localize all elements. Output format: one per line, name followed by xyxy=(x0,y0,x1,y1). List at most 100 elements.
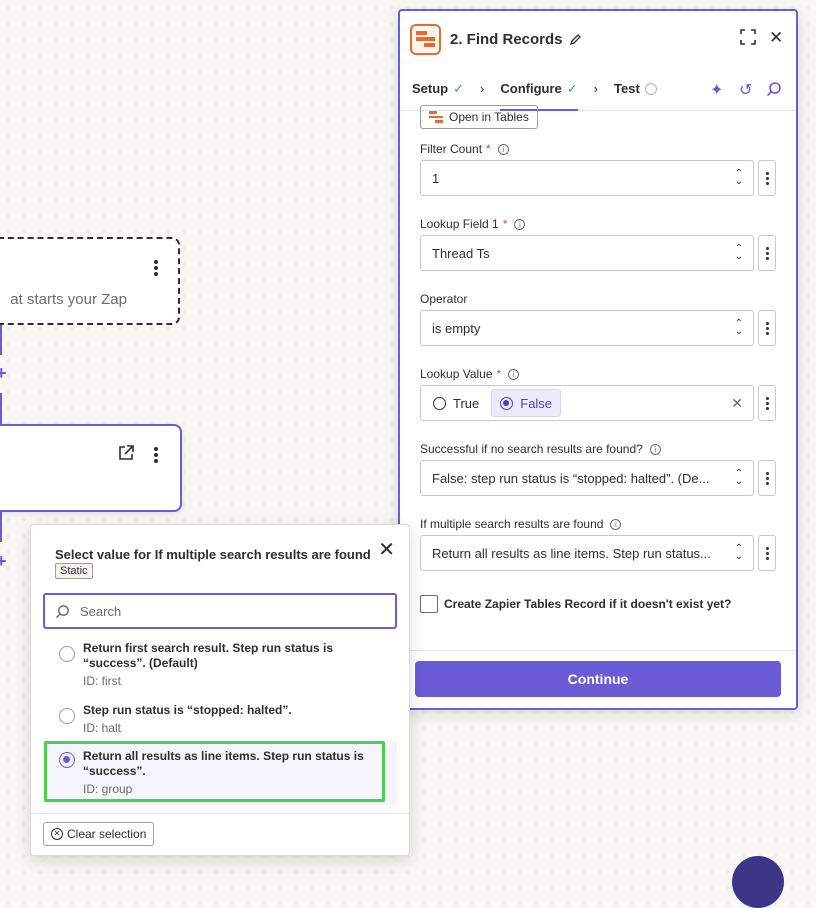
field-options-button[interactable] xyxy=(758,385,776,421)
panel-title: 2. Find Records xyxy=(450,30,563,48)
action-step-card[interactable] xyxy=(0,424,182,512)
panel-footer: Continue xyxy=(400,650,796,708)
radio-circle-icon xyxy=(433,396,446,410)
field-options-button[interactable] xyxy=(758,535,776,571)
field-options-button[interactable] xyxy=(758,460,776,496)
tab-test-label: Test xyxy=(614,81,640,96)
option-text: Return all results as line items. Step r… xyxy=(83,749,364,778)
operator-label: Operator xyxy=(420,292,467,306)
multiple-results-label-text: If multiple search results are found xyxy=(420,517,604,531)
clear-selection-button[interactable]: ✕ Clear selection xyxy=(43,822,155,846)
field-options-button[interactable] xyxy=(758,310,776,346)
clear-circle-icon: ✕ xyxy=(51,828,63,840)
popover-footer: ✕ Clear selection xyxy=(31,813,409,855)
close-icon[interactable]: ✕ xyxy=(769,28,783,48)
create-record-label: Create Zapier Tables Record if it doesn'… xyxy=(444,597,732,611)
connector-line xyxy=(0,325,2,355)
tab-setup[interactable]: Setup ✓ xyxy=(412,67,464,111)
tab-setup-label: Setup xyxy=(412,81,449,96)
trigger-step-card[interactable]: at starts your Zap xyxy=(0,237,180,325)
multiple-results-select[interactable]: Return all results as line items. Step r… xyxy=(420,535,754,571)
no-results-label: Successful if no search results are foun… xyxy=(420,442,661,456)
no-results-select[interactable]: False: step run status is “stopped: halt… xyxy=(420,460,754,496)
filter-count-label-text: Filter Count xyxy=(420,142,483,156)
create-record-checkbox-row[interactable]: Create Zapier Tables Record if it doesn'… xyxy=(420,595,731,613)
chevron-updown-icon: ⌃ ⌄ xyxy=(734,318,743,337)
search-icon xyxy=(55,604,69,618)
no-results-label-text: Successful if no search results are foun… xyxy=(420,442,643,456)
create-record-checkbox[interactable] xyxy=(420,595,438,613)
required-asterisk: * xyxy=(486,142,491,156)
option-first[interactable]: Return first search result. Step run sta… xyxy=(45,641,397,695)
tab-configure-label: Configure xyxy=(500,81,562,96)
pending-circle-icon xyxy=(644,82,657,95)
connector-line xyxy=(0,393,2,424)
select-value-popover: Select value for If multiple search resu… xyxy=(30,524,410,856)
multiple-results-label: If multiple search results are found i xyxy=(420,517,622,531)
filter-count-select[interactable]: 1 ⌃ ⌄ xyxy=(420,160,754,196)
option-id: ID: first xyxy=(83,674,121,688)
help-launcher-button[interactable] xyxy=(732,856,784,908)
lookup-field-label: Lookup Field 1 * i xyxy=(420,217,526,231)
lookup-field-label-text: Lookup Field 1 xyxy=(420,217,499,231)
radio-false-label: False xyxy=(520,395,553,411)
info-icon[interactable]: i xyxy=(649,443,661,455)
connector-line xyxy=(0,512,2,542)
open-in-tables-button[interactable]: Open in Tables xyxy=(420,105,538,129)
radio-true[interactable]: True xyxy=(425,389,487,417)
expand-icon[interactable] xyxy=(740,29,756,45)
clear-value-icon[interactable]: ✕ xyxy=(731,395,743,412)
required-asterisk: * xyxy=(502,217,508,231)
option-group[interactable]: Return all results as line items. Step r… xyxy=(45,741,397,805)
operator-select[interactable]: is empty ⌃ ⌄ xyxy=(420,310,754,346)
chevron-updown-icon: ⌃ ⌄ xyxy=(734,168,743,187)
trigger-step-text: at starts your Zap xyxy=(10,291,127,308)
static-badge: Static xyxy=(55,563,93,579)
info-icon[interactable]: i xyxy=(497,143,509,155)
operator-label-text: Operator xyxy=(420,292,468,306)
info-icon[interactable]: i xyxy=(514,218,526,230)
more-options-icon[interactable] xyxy=(148,257,164,279)
tab-configure[interactable]: Configure ✓ xyxy=(500,67,578,111)
open-in-tables-label: Open in Tables xyxy=(449,110,529,124)
edit-pencil-icon[interactable] xyxy=(569,33,582,46)
lookup-value-label-text: Lookup Value xyxy=(420,367,493,381)
tab-test[interactable]: Test xyxy=(614,67,657,111)
chevron-right-icon: › xyxy=(480,81,485,96)
search-icon[interactable] xyxy=(766,81,782,97)
popover-search-field[interactable] xyxy=(43,593,397,629)
zapier-tables-logo-icon xyxy=(410,23,441,55)
history-icon[interactable]: ↺ xyxy=(739,80,752,100)
continue-button[interactable]: Continue xyxy=(415,661,781,697)
option-id: ID: group xyxy=(83,782,133,796)
more-options-icon[interactable] xyxy=(148,444,164,466)
option-halt[interactable]: Step run status is “stopped: halted”. ID… xyxy=(45,703,397,743)
radio-circle-icon xyxy=(59,708,75,724)
add-step-plus-icon[interactable]: + xyxy=(0,364,7,382)
popover-search-input[interactable] xyxy=(80,603,380,619)
info-icon[interactable]: i xyxy=(508,368,520,380)
operator-value: is empty xyxy=(432,320,481,336)
radio-circle-icon xyxy=(500,396,514,410)
lookup-field-select[interactable]: Thread Ts ⌃ ⌄ xyxy=(420,235,754,271)
ai-sparkle-icon[interactable]: ✦ xyxy=(710,80,723,100)
radio-true-label: True xyxy=(453,395,480,411)
step-config-panel: 2. Find Records ✕ Setup ✓ › Configure ✓ … xyxy=(398,9,798,710)
lookup-value-label: Lookup Value * i xyxy=(420,367,520,381)
chevron-right-icon: › xyxy=(593,81,599,96)
radio-selected-icon xyxy=(59,752,75,768)
panel-header: 2. Find Records ✕ xyxy=(400,11,796,67)
popover-title: Select value for If multiple search resu… xyxy=(55,547,371,562)
chevron-updown-icon: ⌃ ⌄ xyxy=(734,243,743,262)
field-options-button[interactable] xyxy=(758,235,776,271)
chevron-updown-icon: ⌃ ⌄ xyxy=(734,543,743,562)
zapier-tables-icon xyxy=(429,111,443,123)
open-external-icon[interactable] xyxy=(117,444,135,462)
check-icon: ✓ xyxy=(453,80,465,96)
field-options-button[interactable] xyxy=(758,160,776,196)
info-icon[interactable]: i xyxy=(610,518,622,530)
add-step-plus-icon[interactable]: + xyxy=(0,552,7,570)
close-icon[interactable]: ✕ xyxy=(378,537,395,562)
radio-circle-icon xyxy=(59,646,75,662)
radio-false[interactable]: False xyxy=(491,389,562,417)
